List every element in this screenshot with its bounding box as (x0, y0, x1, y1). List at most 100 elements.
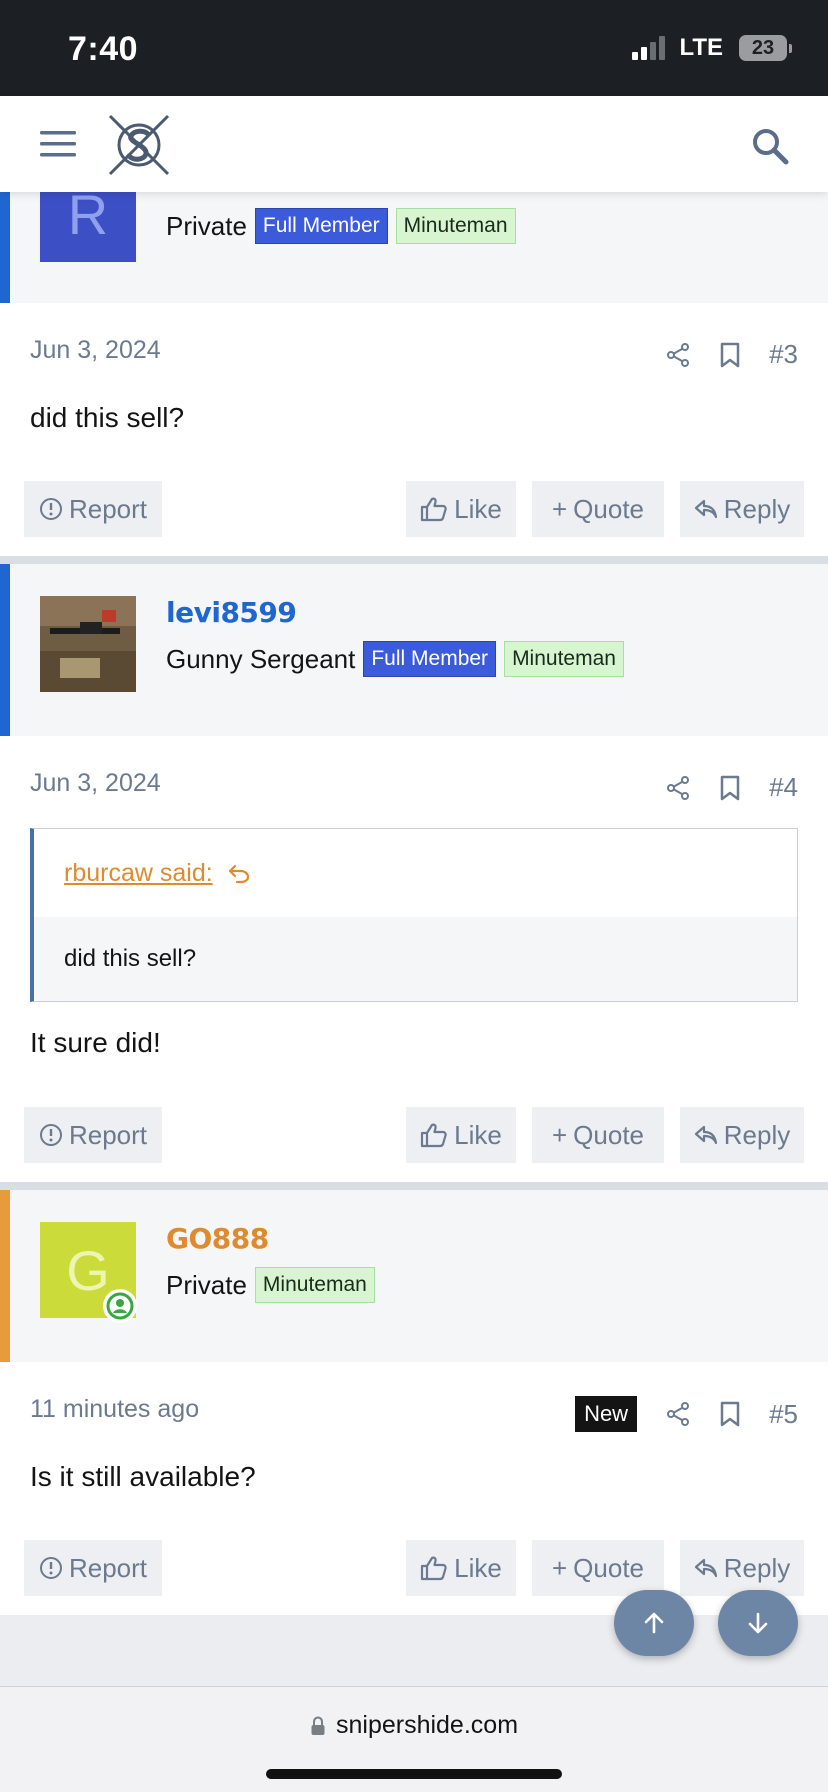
username[interactable]: levi8599 (166, 596, 297, 629)
post-5: 11 minutes ago New #5 Is it still availa… (0, 1362, 828, 1615)
plus-icon: + (551, 493, 568, 524)
like-label: Like (454, 493, 502, 524)
arrow-up-icon (644, 1612, 664, 1634)
bookmark-icon[interactable] (719, 342, 741, 368)
post-date[interactable]: Jun 3, 2024 (30, 769, 161, 798)
like-button[interactable]: Like (406, 1107, 516, 1163)
reply-button[interactable]: Reply (680, 1540, 804, 1596)
share-icon[interactable] (665, 775, 691, 801)
alert-circle-icon (39, 1124, 62, 1146)
report-label: Report (68, 1552, 148, 1583)
report-button[interactable]: Report (24, 481, 162, 537)
quote-button[interactable]: + Quote (532, 1107, 664, 1163)
signal-icon (632, 36, 666, 60)
post-4: Jun 3, 2024 #4 rburcaw said: did this se… (0, 736, 828, 1182)
post-message: It sure did! (30, 1027, 161, 1058)
alert-circle-icon (39, 1557, 62, 1579)
quote-button[interactable]: + Quote (532, 481, 664, 537)
report-label: Report (68, 493, 148, 524)
user-rank: Private (166, 1269, 247, 1300)
badge-full-member: Full Member (254, 208, 388, 244)
network-type: LTE (679, 34, 723, 61)
post-date[interactable]: Jun 3, 2024 (30, 336, 161, 365)
badge-minuteman: Minuteman (395, 208, 516, 244)
reply-label: Reply (723, 493, 791, 524)
avatar[interactable]: G (40, 1222, 137, 1323)
home-indicator[interactable] (266, 1769, 562, 1779)
post-message: Is it still available? (30, 1461, 256, 1492)
thread-content: R Private Full Member Minuteman Jun 3, 2… (0, 166, 828, 1615)
avatar-photo-icon (40, 596, 136, 692)
share-icon[interactable] (665, 342, 691, 368)
site-header (0, 96, 828, 192)
alert-circle-icon (39, 498, 62, 520)
like-label: Like (454, 1119, 502, 1150)
badge-minuteman: Minuteman (504, 641, 624, 677)
quote-block: rburcaw said: did this sell? (30, 828, 798, 1002)
quote-label: Quote (573, 493, 644, 524)
user-rank: Gunny Sergeant (166, 643, 356, 674)
browser-address-bar[interactable]: snipershide.com (0, 1686, 828, 1792)
thumbs-up-icon (421, 1123, 447, 1148)
bookmark-icon[interactable] (719, 1401, 741, 1427)
quote-button[interactable]: + Quote (532, 1540, 664, 1596)
scroll-to-bottom-button[interactable] (718, 1590, 798, 1656)
arrow-down-icon (748, 1612, 768, 1634)
online-status-icon (103, 1289, 137, 1323)
thumbs-up-icon (421, 497, 447, 522)
battery-level: 23 (739, 35, 787, 61)
reply-arrow-icon (694, 499, 717, 519)
new-badge: New (575, 1396, 638, 1432)
post-message: did this sell? (30, 402, 185, 433)
plus-icon: + (551, 1552, 568, 1583)
search-icon[interactable] (750, 126, 790, 166)
battery-icon: 23 (739, 35, 792, 61)
status-time: 7:40 (68, 30, 139, 68)
quote-jump-icon[interactable] (227, 861, 251, 885)
username[interactable]: GO888 (166, 1222, 269, 1255)
post-user-bar: levi8599 Gunny Sergeant Full Member Minu… (0, 564, 828, 736)
user-title-line: Gunny Sergeant Full Member Minuteman (166, 641, 624, 677)
reply-label: Reply (723, 1552, 791, 1583)
status-bar: 7:40 LTE 23 (0, 0, 828, 96)
post-number[interactable]: #5 (769, 1399, 798, 1430)
like-label: Like (454, 1552, 502, 1583)
post-date[interactable]: 11 minutes ago (30, 1395, 199, 1424)
reply-button[interactable]: Reply (680, 481, 804, 537)
plus-icon: + (551, 1119, 568, 1150)
quote-label: Quote (573, 1119, 644, 1150)
scroll-to-top-button[interactable] (614, 1590, 694, 1656)
reply-arrow-icon (694, 1558, 717, 1578)
post-number[interactable]: #3 (769, 339, 798, 370)
user-title-line: Private Minuteman (166, 1267, 375, 1303)
site-logo-icon[interactable] (104, 110, 174, 180)
user-title-line: Private Full Member Minuteman (166, 208, 516, 244)
user-rank: Private (166, 210, 247, 241)
report-label: Report (68, 1119, 148, 1150)
bookmark-icon[interactable] (719, 775, 741, 801)
like-button[interactable]: Like (406, 481, 516, 537)
hamburger-menu-icon[interactable] (38, 128, 78, 160)
badge-minuteman: Minuteman (254, 1267, 375, 1303)
post-separator (0, 1182, 828, 1190)
post-3: Jun 3, 2024 #3 did this sell? Report Lik… (0, 303, 828, 556)
url-text[interactable]: snipershide.com (336, 1711, 518, 1740)
post-user-bar: R Private Full Member Minuteman (0, 166, 828, 303)
quote-label: Quote (573, 1552, 644, 1583)
like-button[interactable]: Like (406, 1540, 516, 1596)
share-icon[interactable] (665, 1401, 691, 1427)
thumbs-up-icon (421, 1556, 447, 1581)
reply-arrow-icon (694, 1125, 717, 1145)
post-user-bar: G GO888 Private Minuteman (0, 1190, 828, 1362)
reply-button[interactable]: Reply (680, 1107, 804, 1163)
lock-icon (311, 1715, 325, 1735)
badge-full-member: Full Member (363, 641, 497, 677)
post-separator (0, 556, 828, 564)
reply-label: Reply (723, 1119, 791, 1150)
post-number[interactable]: #4 (769, 772, 798, 803)
quote-text: did this sell? (34, 917, 797, 1001)
report-button[interactable]: Report (24, 1540, 162, 1596)
avatar[interactable] (40, 596, 136, 692)
quote-author-link[interactable]: rburcaw said: (64, 859, 213, 888)
report-button[interactable]: Report (24, 1107, 162, 1163)
